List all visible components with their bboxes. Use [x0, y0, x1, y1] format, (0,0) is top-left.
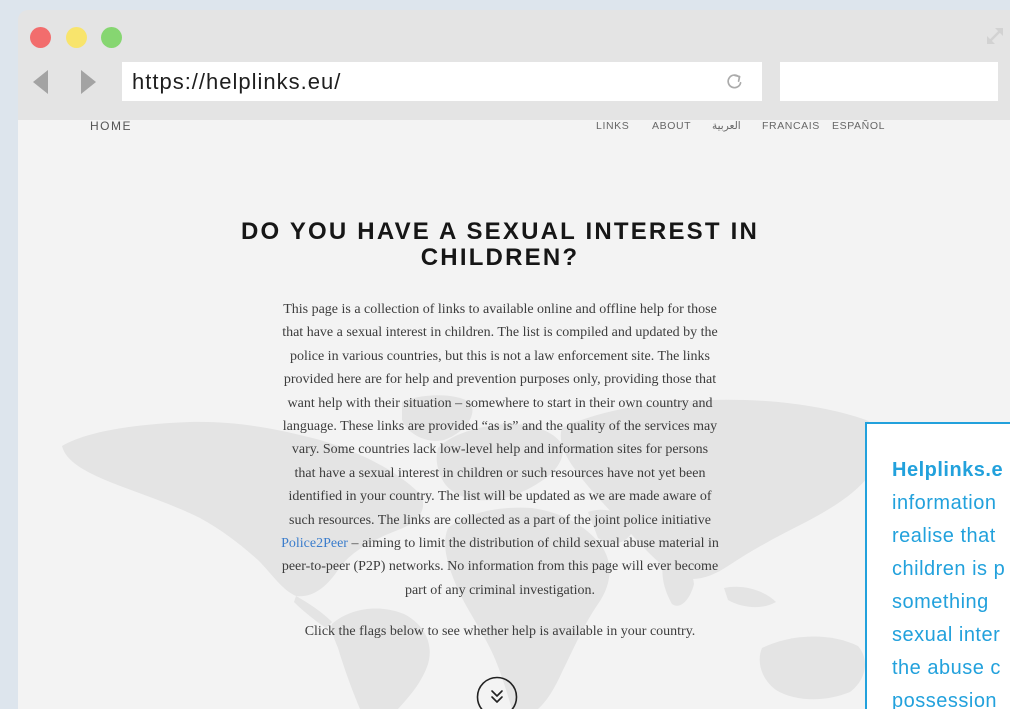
page-title-line: DO YOU HAVE A SEXUAL INTEREST IN — [240, 218, 760, 245]
intro-line: that have a sexual interest in children.… — [282, 325, 718, 341]
page-title-line: CHILDREN? — [420, 244, 580, 271]
browser-window: https://helplinks.eu/ HOME LINKS ABOUT ا… — [18, 10, 1010, 709]
intro-line: Police2Peer – aiming to limit the distri… — [218, 532, 782, 555]
nav-spanish[interactable]: ESPAÑOL — [832, 121, 885, 132]
callout-line: the abuse c — [892, 657, 1001, 679]
callout-line: possession — [892, 690, 998, 709]
info-callout: Helplinks.e information realise that chi… — [865, 422, 1010, 709]
intro-line: police in various countries, but this is… — [289, 348, 711, 364]
intro-line: part of any criminal investigation. — [404, 582, 596, 598]
search-field[interactable] — [780, 62, 998, 101]
intro-line: that have a sexual interest in children … — [294, 465, 706, 481]
forward-arrow-icon[interactable] — [80, 70, 96, 94]
callout-line: information — [892, 492, 997, 514]
page-title: DO YOU HAVE A SEXUAL INTEREST IN CHILDRE… — [218, 219, 782, 271]
intro-line: such resources. The links are collected … — [289, 512, 711, 528]
nav-arabic[interactable]: العربية — [712, 121, 741, 132]
intro-line: provided here are for help and preventio… — [283, 372, 717, 388]
intro-line: vary. Some countries lack low-level help… — [291, 442, 709, 458]
flags-prompt: Click the flags below to see whether hel… — [304, 624, 696, 639]
page-viewport: HOME LINKS ABOUT العربية FRANCAIS ESPAÑO… — [18, 120, 1010, 709]
map-landmass — [759, 636, 865, 700]
intro-line: peer-to-peer (P2P) networks. No informat… — [281, 559, 719, 575]
nav-home[interactable]: HOME — [90, 120, 132, 132]
zoom-window-button[interactable] — [100, 26, 122, 48]
callout-line: children is p — [892, 558, 1006, 580]
callout-line: Helplinks.e — [892, 459, 1004, 481]
nav-french[interactable]: FRANCAIS — [762, 121, 820, 132]
double-chevron-down-icon[interactable] — [476, 676, 518, 709]
police2peer-link[interactable]: Police2Peer — [281, 536, 348, 551]
back-arrow-icon[interactable] — [33, 70, 49, 94]
reload-icon[interactable] — [725, 72, 744, 91]
callout-line: sexual inter — [892, 624, 1001, 646]
minimize-window-button[interactable] — [65, 26, 87, 48]
nav-about[interactable]: ABOUT — [652, 121, 691, 132]
intro-line: identified in your country. The list wil… — [288, 489, 712, 505]
close-window-button[interactable] — [29, 26, 51, 48]
expand-icon[interactable] — [986, 27, 1004, 45]
callout-line: realise that — [892, 525, 996, 547]
intro-paragraph: This page is a collection of links to av… — [218, 298, 782, 602]
url-text: https://helplinks.eu/ — [132, 69, 342, 94]
nav-links[interactable]: LINKS — [596, 121, 629, 132]
callout-line: something — [892, 591, 989, 613]
intro-line: language. These links are provided “as i… — [282, 419, 718, 435]
intro-line-text: – aiming to limit the distribution of ch… — [347, 536, 719, 552]
address-bar[interactable]: https://helplinks.eu/ — [122, 62, 762, 101]
intro-line: This page is a collection of links to av… — [283, 302, 717, 317]
intro-line: want help with their situation – somewhe… — [287, 395, 713, 411]
